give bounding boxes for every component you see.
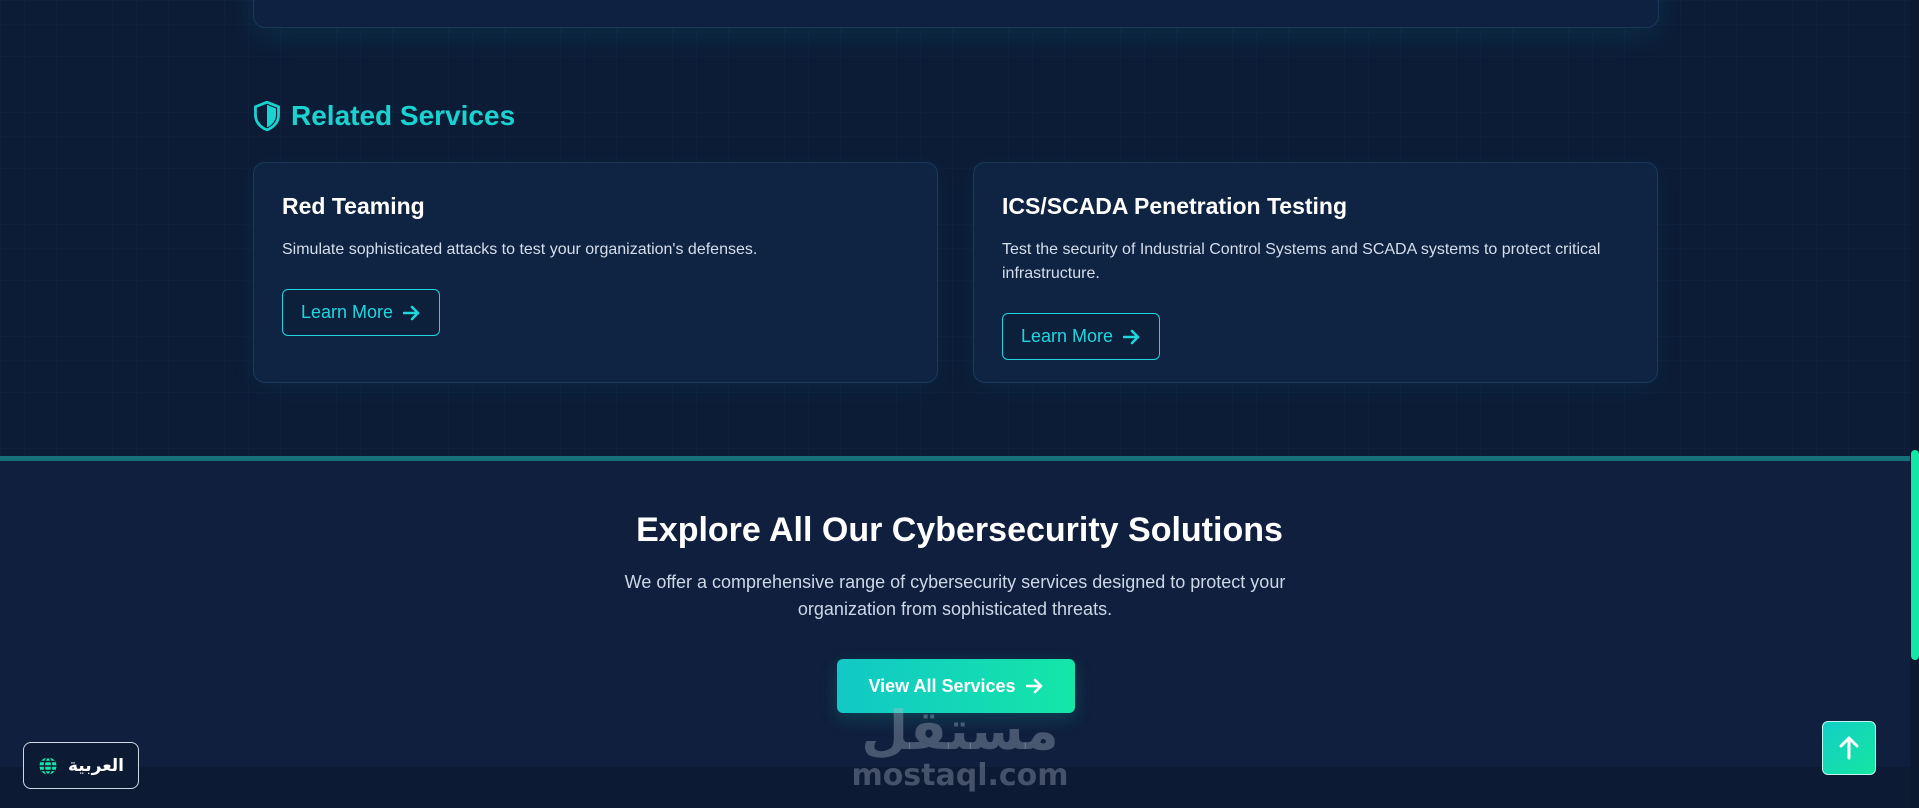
- learn-more-button[interactable]: Learn More: [282, 289, 441, 336]
- explore-section: Explore All Our Cybersecurity Solutions …: [0, 461, 1919, 808]
- learn-more-label: Learn More: [1021, 326, 1114, 346]
- service-card-title: ICS/SCADA Penetration Testing: [1002, 193, 1348, 219]
- previous-content-card: [253, 0, 1659, 28]
- arrow-right-icon: [1122, 329, 1141, 345]
- service-card-description: Simulate sophisticated attacks to test y…: [282, 241, 758, 258]
- related-services-heading: Related Services: [253, 100, 515, 132]
- language-label: العربية: [67, 755, 124, 775]
- service-card-red-teaming: Red Teaming Simulate sophisticated attac…: [253, 162, 938, 383]
- arrow-up-icon: [1838, 736, 1860, 760]
- related-services-section: Related Services Red Teaming Simulate so…: [0, 0, 1919, 456]
- arrow-right-icon: [402, 305, 421, 321]
- learn-more-button[interactable]: Learn More: [1002, 313, 1161, 360]
- footer-strip: [0, 767, 1919, 808]
- view-all-services-label: View All Services: [868, 675, 1016, 696]
- back-to-top-button[interactable]: [1822, 721, 1876, 775]
- service-card-description: Test the security of Industrial Control …: [1002, 241, 1601, 282]
- scrollbar-thumb[interactable]: [1911, 450, 1919, 660]
- learn-more-label: Learn More: [301, 302, 394, 322]
- explore-description: We offer a comprehensive range of cybers…: [624, 572, 1286, 619]
- arrow-right-icon: [1025, 678, 1044, 694]
- view-all-services-button[interactable]: View All Services: [837, 659, 1075, 713]
- scrollbar-track[interactable]: [1910, 0, 1919, 808]
- service-card-title: Red Teaming: [282, 193, 425, 219]
- related-services-title: Related Services: [291, 100, 516, 131]
- shield-icon: [253, 100, 281, 132]
- service-card-ics-scada: ICS/SCADA Penetration Testing Test the s…: [973, 162, 1658, 383]
- globe-icon: [38, 756, 58, 776]
- language-toggle-button[interactable]: العربية: [23, 742, 139, 789]
- explore-title: Explore All Our Cybersecurity Solutions: [636, 511, 1283, 549]
